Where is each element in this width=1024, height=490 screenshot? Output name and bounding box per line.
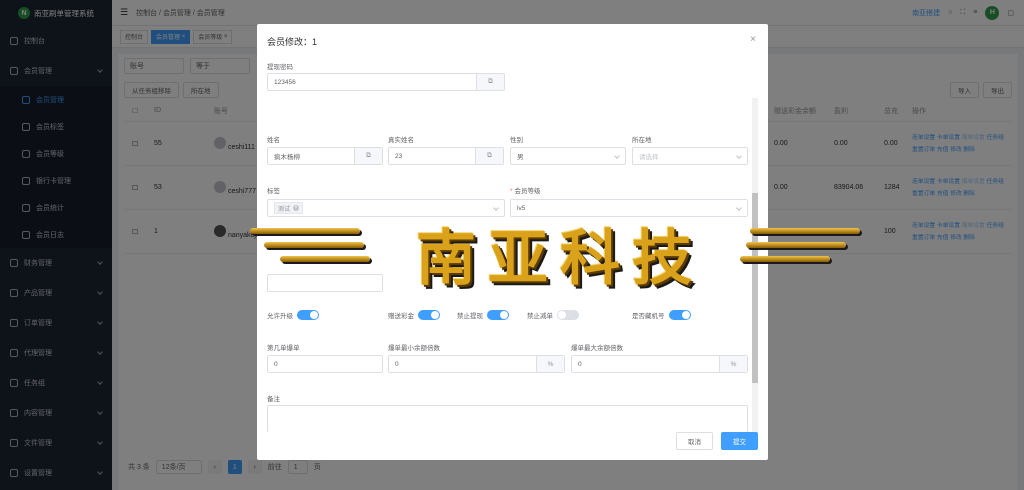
switch-label: 是否藏机号 [632, 313, 665, 320]
switch-hide-number[interactable]: 是否藏机号 [632, 310, 691, 320]
max-multiple-label: 爆单最大余额倍数 [571, 345, 623, 352]
input-value: 123456 [274, 78, 296, 86]
select-placeholder: 请选择 [639, 154, 659, 161]
location-label: 所在地 [632, 137, 652, 144]
toggle-switch[interactable] [557, 310, 579, 320]
switch-label: 赠送彩金 [388, 313, 414, 320]
select-value: 男 [517, 154, 524, 161]
cancel-button[interactable]: 取消 [676, 432, 713, 450]
real-name-label: 真实姓名 [388, 137, 414, 144]
watermark-text: 南亚科技 [416, 224, 704, 294]
real-name-input[interactable]: 23 ⧉ [388, 147, 504, 165]
switch-label: 禁止提现 [457, 313, 483, 320]
gender-select[interactable]: 男 [510, 147, 626, 165]
input-value: 疯木杨柳 [274, 154, 300, 161]
wing-stripe [750, 228, 860, 234]
name-input[interactable]: 疯木杨柳 ⧉ [267, 147, 383, 165]
gender-label: 性别 [510, 137, 523, 144]
submit-button[interactable]: 提交 [721, 432, 758, 450]
chevron-down-icon [614, 153, 620, 159]
input-value: 0 [274, 360, 278, 368]
input-value: 23 [395, 152, 403, 160]
location-select[interactable]: 请选择 [632, 147, 748, 165]
switch-ban-withdraw[interactable]: 禁止提现 [457, 310, 509, 320]
toggle-switch[interactable] [668, 310, 691, 320]
withdraw-password-label: 提现密码 [267, 64, 293, 71]
toggle-switch[interactable] [487, 310, 509, 320]
max-multiple-input[interactable]: 0% [571, 355, 748, 373]
switch-allow-upgrade[interactable]: 允许升级 [267, 310, 319, 320]
toggle-switch[interactable] [297, 310, 319, 320]
watermark-logo: 南亚科技 [250, 206, 862, 294]
wing-stripe [280, 256, 370, 262]
chevron-down-icon [736, 153, 742, 159]
switch-ban-reduce[interactable]: 禁止减单 [527, 310, 579, 320]
dialog-title: 会员修改：1 [267, 36, 318, 47]
copy-icon[interactable]: ⧉ [475, 148, 503, 164]
percent-addon: % [536, 356, 564, 372]
dialog-footer: 取消 提交 [676, 432, 758, 450]
name-label: 姓名 [267, 137, 280, 144]
tags-label: 标签 [267, 188, 280, 195]
remark-label: 备注 [267, 396, 280, 403]
switch-label: 允许升级 [267, 313, 293, 320]
app-root: N 南亚刷单管理系统 控制台 会员管理 会员管理 会员标签 会员等级 银行卡管理… [0, 0, 1024, 490]
switch-label: 禁止减单 [527, 313, 553, 320]
wing-stripe [740, 256, 830, 262]
input-value: 0 [578, 360, 582, 368]
switch-bonus[interactable]: 赠送彩金 [388, 310, 440, 320]
input-value: 0 [395, 360, 399, 368]
wing-stripe [264, 242, 364, 248]
level-label: * 会员等级 [510, 188, 541, 195]
nth-order-label: 第几单爆单 [267, 345, 300, 352]
wing-stripe [746, 242, 846, 248]
remark-textarea[interactable] [267, 405, 748, 432]
min-multiple-label: 爆单最小余额倍数 [388, 345, 440, 352]
toggle-switch[interactable] [418, 310, 440, 320]
label-text: 会员等级 [514, 188, 541, 195]
withdraw-password-input[interactable]: 123456 ⧉ [267, 73, 505, 91]
copy-icon[interactable]: ⧉ [476, 74, 504, 90]
percent-addon: % [719, 356, 747, 372]
copy-icon[interactable]: ⧉ [354, 148, 382, 164]
close-icon[interactable]: × [750, 34, 756, 45]
min-multiple-input[interactable]: 0% [388, 355, 565, 373]
wing-stripe [250, 228, 360, 234]
nth-order-input[interactable]: 0 [267, 355, 383, 373]
